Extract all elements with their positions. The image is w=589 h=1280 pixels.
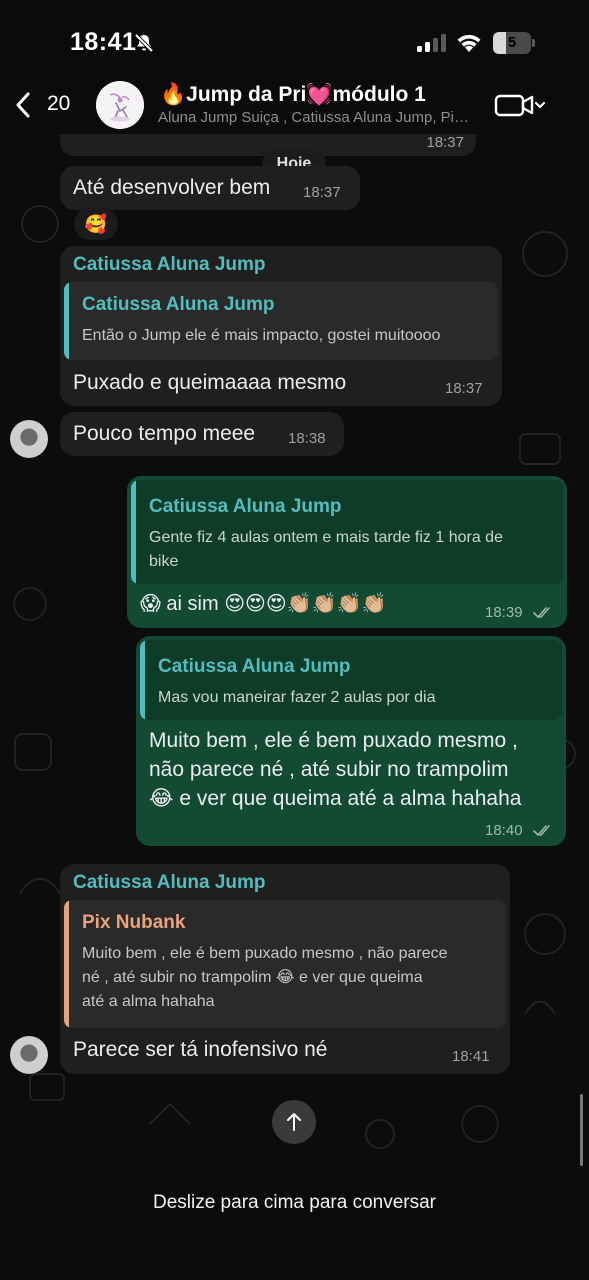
status-bar: 18:41 5 (0, 0, 589, 80)
sender-avatar[interactable] (10, 1036, 48, 1074)
message-bubble[interactable]: Pouco tempo meee 18:38 (60, 412, 344, 456)
message-bubble[interactable]: Até desenvolver bem 18:37 (60, 166, 360, 210)
chat-participants[interactable]: Aluna Jump Suiça , Catiussa Aluna Jump, … (158, 109, 470, 126)
quoted-message[interactable]: Pix Nubank Muito bem , ele é bem puxado … (64, 900, 506, 1028)
quoted-message[interactable]: Catiussa Aluna Jump Gente fiz 4 aulas on… (131, 480, 563, 584)
battery-cap (532, 39, 535, 47)
arrow-up-icon (287, 1113, 301, 1131)
read-receipt-icon (533, 607, 550, 619)
quote-text: bike (149, 553, 179, 570)
group-avatar[interactable] (96, 81, 144, 129)
message-time: 18:37 (445, 380, 483, 397)
message-text-line: Muito bem , ele é bem puxado mesmo , (149, 729, 518, 752)
status-time: 18:41 (70, 28, 137, 56)
video-call-button[interactable] (494, 92, 550, 118)
quote-sender: Catiussa Aluna Jump (149, 496, 342, 517)
message-bubble[interactable]: Catiussa Aluna Jump Gente fiz 4 aulas on… (127, 476, 567, 628)
message-list[interactable]: 18:37 Hoje Até desenvolver bem 18:37 🥰 C… (0, 134, 589, 1170)
battery-level: 5 (507, 34, 517, 51)
message-text-line: 😂 e ver que queima até a alma hahaha (149, 787, 522, 810)
quote-bar (140, 640, 145, 720)
message-bubble[interactable]: Catiussa Aluna Jump Pix Nubank Muito bem… (60, 864, 510, 1074)
message-bubble[interactable]: Catiussa Aluna Jump Catiussa Aluna Jump … (60, 246, 502, 406)
message-reaction[interactable]: 🥰 (74, 208, 118, 240)
quote-text: Gente fiz 4 aulas ontem e mais tarde fiz… (149, 529, 503, 546)
bell-off-icon (134, 33, 154, 53)
sender-name[interactable]: Catiussa Aluna Jump (73, 254, 266, 276)
read-receipt-icon (533, 825, 550, 837)
chat-title[interactable]: 🔥Jump da Pri💓módulo 1 (160, 83, 426, 107)
bottom-bar: Deslize para cima para conversar (0, 1170, 589, 1280)
sender-name[interactable]: Catiussa Aluna Jump (73, 872, 266, 894)
cellular-signal-icon (417, 34, 446, 52)
quoted-message[interactable]: Catiussa Aluna Jump Então o Jump ele é m… (64, 282, 498, 360)
swipe-hint[interactable]: Deslize para cima para conversar (0, 1192, 589, 1214)
message-time: 18:40 (485, 822, 523, 839)
quote-bar (64, 900, 69, 1028)
battery-indicator: 5 (493, 32, 535, 54)
message-time: 18:39 (485, 604, 523, 621)
message-text: Até desenvolver bem (73, 176, 271, 199)
quote-sender: Catiussa Aluna Jump (158, 656, 351, 677)
message-bubble[interactable]: Catiussa Aluna Jump Mas vou maneirar faz… (136, 636, 566, 846)
chat-header: 20 🔥Jump da Pri💓módulo 1 Aluna Jump Suiç… (0, 78, 589, 134)
quote-sender: Pix Nubank (82, 912, 186, 933)
back-button[interactable]: 20 (14, 90, 78, 120)
message-time: 18:41 (452, 1048, 490, 1065)
quote-text: Então o Jump ele é mais impacto, gostei … (82, 327, 441, 344)
quote-bar (131, 480, 136, 584)
quote-bar (64, 282, 69, 360)
message-text-line: não parece né , até subir no trampolim (149, 758, 509, 781)
quote-text: né , até subir no trampolim 😂 e ver que … (82, 969, 423, 986)
message-text: Pouco tempo meee (73, 422, 256, 445)
unread-count: 20 (47, 92, 71, 115)
quote-sender: Catiussa Aluna Jump (82, 294, 275, 315)
sender-avatar[interactable] (10, 420, 48, 458)
quote-text: até a alma hahaha (82, 993, 215, 1010)
message-time: 18:38 (288, 430, 326, 447)
message-text: Parece ser tá inofensivo né (73, 1038, 328, 1061)
message-time: 18:37 (426, 134, 464, 151)
scrollbar[interactable] (580, 1094, 583, 1166)
quoted-message[interactable]: Catiussa Aluna Jump Mas vou maneirar faz… (140, 640, 562, 720)
quote-text: Muito bem , ele é bem puxado mesmo , não… (82, 945, 448, 962)
message-text: 😱 ai sim 😍😍😍👏🏼👏🏼👏🏼👏🏼 (140, 593, 387, 615)
group-logo-image (96, 81, 144, 129)
message-text: Puxado e queimaaaa mesmo (73, 371, 347, 394)
wifi-icon (457, 34, 481, 52)
chevron-left-icon (16, 92, 30, 118)
scroll-to-bottom-button[interactable] (272, 1100, 316, 1144)
message-time: 18:37 (303, 184, 341, 201)
quote-text: Mas vou maneirar fazer 2 aulas por dia (158, 689, 436, 706)
